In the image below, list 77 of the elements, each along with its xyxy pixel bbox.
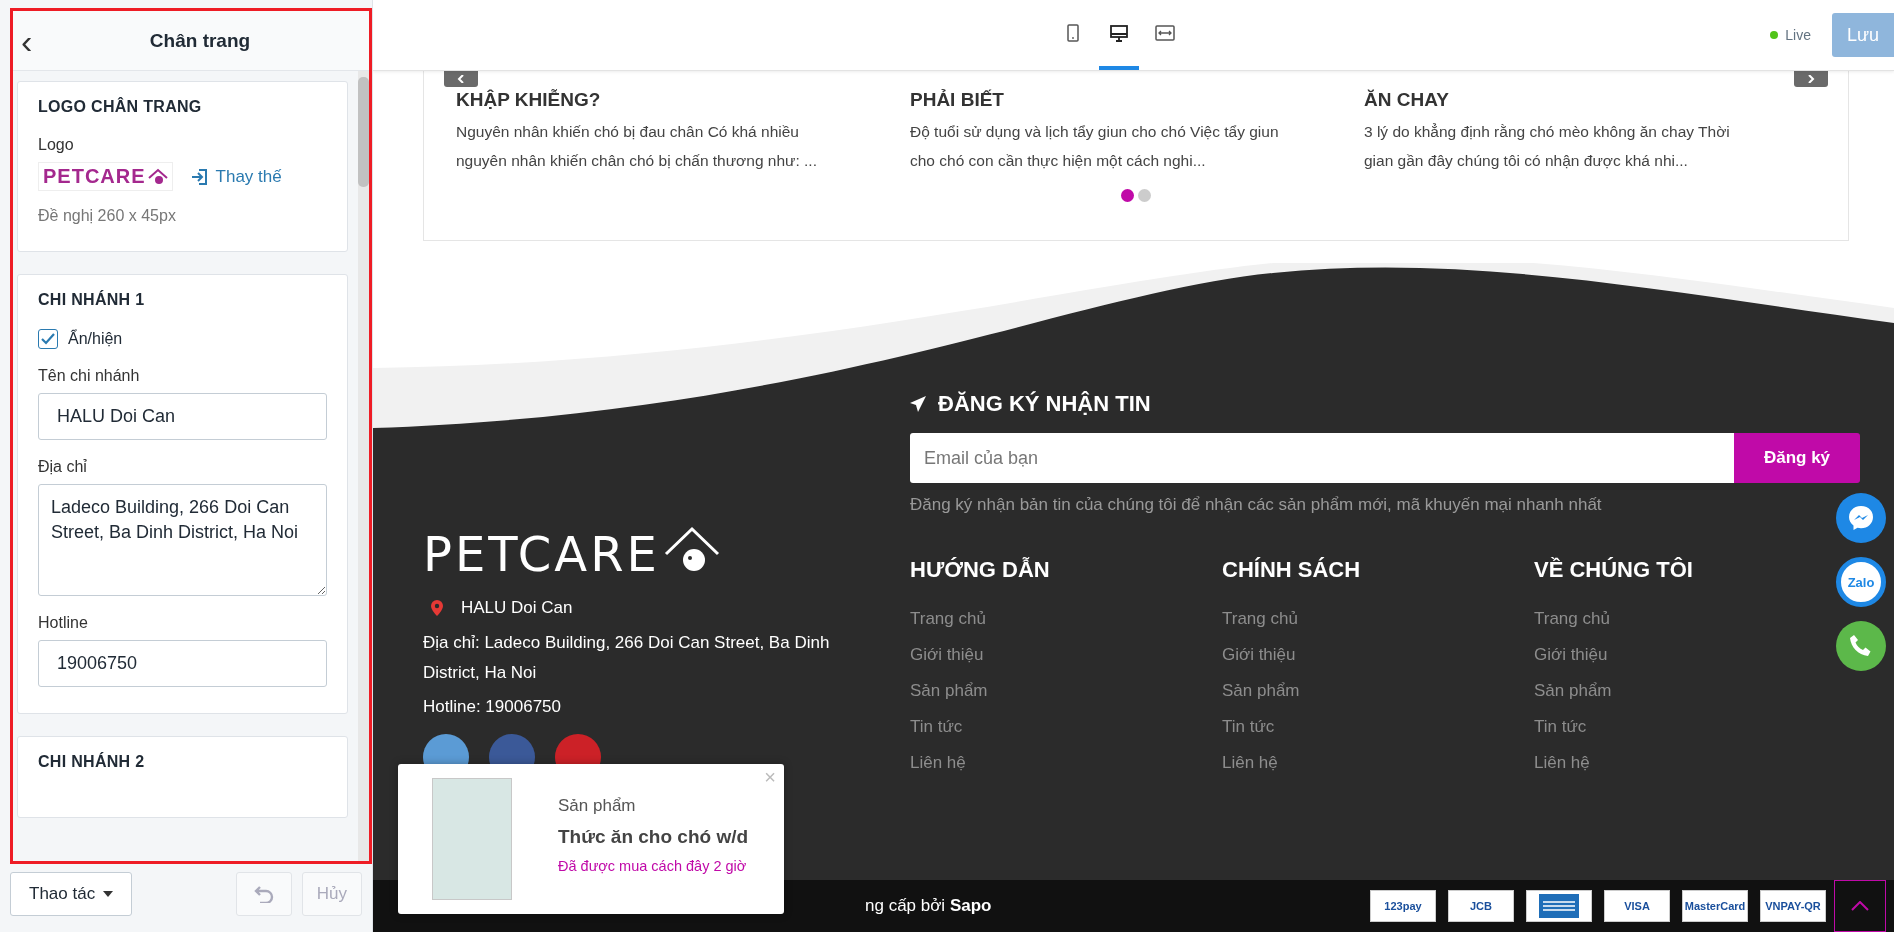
payment-logo: JCB bbox=[1448, 890, 1514, 922]
field-label: Tên chi nhánh bbox=[38, 367, 141, 385]
newsletter-title: ĐĂNG KÝ NHẬN TIN bbox=[938, 391, 1151, 417]
logo-text: PETCARE bbox=[43, 165, 146, 188]
chevron-right-icon bbox=[1806, 75, 1816, 83]
replace-link[interactable]: Thay thế bbox=[190, 166, 282, 187]
scrollbar-thumb[interactable] bbox=[358, 77, 369, 187]
footer-link[interactable]: Giới thiệu bbox=[1222, 645, 1296, 665]
hint-text: Đề nghị 260 x 45px bbox=[38, 207, 177, 225]
payment-logo: 123pay bbox=[1370, 890, 1436, 922]
footer-link[interactable]: Tin tức bbox=[1534, 717, 1587, 737]
carousel-dot[interactable] bbox=[1138, 189, 1151, 202]
footer-link[interactable]: Sản phẩm bbox=[910, 681, 988, 701]
undo-icon bbox=[253, 885, 274, 903]
section-title: LOGO CHÂN TRANG bbox=[38, 98, 203, 116]
payment-logo: VISA bbox=[1604, 890, 1670, 922]
footer-link[interactable]: Giới thiệu bbox=[1534, 645, 1608, 665]
field-label: Địa chỉ bbox=[38, 458, 88, 476]
footer-link[interactable]: Giới thiệu bbox=[910, 645, 984, 665]
notification-label: Sản phẩm bbox=[558, 796, 637, 816]
checkbox-label: Ẩn/hiện bbox=[68, 330, 123, 348]
payment-logo: MasterCard bbox=[1682, 890, 1748, 922]
carousel-dot[interactable] bbox=[1121, 189, 1134, 202]
expand-width-icon bbox=[1154, 23, 1175, 43]
panel-title: Chân trang bbox=[148, 29, 252, 52]
section-title: CHI NHÁNH 2 bbox=[38, 753, 146, 771]
footer-link[interactable]: Trang chủ bbox=[1534, 609, 1610, 629]
actions-dropdown[interactable]: Thao tác bbox=[10, 872, 133, 916]
sign-in-icon bbox=[190, 167, 209, 186]
column-heading: VỀ CHÚNG TÔI bbox=[1534, 557, 1693, 583]
newsletter-note: Đăng ký nhận bản tin của chúng tôi để nhận các sản phẩm mới, mã khuyến mại nhanh nhất bbox=[910, 495, 1603, 515]
field-label: Hotline bbox=[38, 614, 89, 632]
desktop-icon bbox=[1108, 23, 1129, 43]
status-dot-icon bbox=[1770, 31, 1779, 39]
map-pin-icon bbox=[431, 600, 443, 616]
chevron-up-icon bbox=[1851, 901, 1869, 911]
article-excerpt: Nguyên nhân khiến chó bị đau chân Có khá nhiều nguyên nhân khiến chân chó bị chấn thương như: ... bbox=[456, 122, 818, 171]
footer-link[interactable]: Trang chủ bbox=[910, 609, 986, 629]
paper-plane-icon bbox=[910, 396, 926, 412]
house-pet-icon bbox=[147, 167, 168, 186]
article-title[interactable]: KHẬP KHIỄNG? bbox=[456, 89, 850, 111]
column-heading: HƯỚNG DẪN bbox=[910, 557, 1050, 583]
copyright-text: ng cấp bởi Sapo bbox=[865, 896, 993, 916]
checkbox[interactable] bbox=[38, 329, 58, 349]
footer-link[interactable]: Liên hệ bbox=[1222, 753, 1278, 773]
text-field[interactable]: 19006750 bbox=[38, 640, 327, 687]
footer-link[interactable]: Trang chủ bbox=[1222, 609, 1298, 629]
chevron-left-icon bbox=[456, 75, 466, 83]
article-excerpt: 3 lý do khẳng định rằng chó mèo không ăn chay Thời gian gần đây chúng tôi có nhận được khá nhi... bbox=[1364, 122, 1731, 171]
field-label: Logo bbox=[38, 136, 75, 154]
address-text: Địa chỉ: Ladeco Building, 266 Doi Can Street, Ba Dinh District, Ha Noi bbox=[423, 632, 831, 684]
logo-text: PETCARE bbox=[423, 532, 660, 576]
branch-name: HALU Doi Can bbox=[461, 598, 573, 618]
footer-link[interactable]: Sản phẩm bbox=[1222, 681, 1300, 701]
address-field[interactable]: Ladeco Building, 266 Doi Can Street, Ba Dinh District, Ha Noi bbox=[38, 484, 327, 596]
product-name[interactable]: Thức ăn cho chó w/d bbox=[558, 826, 749, 848]
footer-link[interactable]: Liên hệ bbox=[1534, 753, 1590, 773]
article-excerpt: Độ tuổi sử dụng và lịch tẩy giun cho chó Việc tẩy giun cho chó con cần thực hiện một cách nghi... bbox=[910, 122, 1280, 171]
card-logo-icon bbox=[1526, 890, 1592, 922]
email-field[interactable]: Email của bạn bbox=[910, 433, 1734, 483]
back-to-top-button[interactable] bbox=[1834, 880, 1886, 932]
article-title[interactable]: PHẢI BIẾT bbox=[910, 89, 1304, 111]
footer-link[interactable]: Tin tức bbox=[1222, 717, 1275, 737]
subscribe-button[interactable]: Đăng ký bbox=[1734, 433, 1860, 483]
footer-link[interactable]: Liên hệ bbox=[910, 753, 966, 773]
text-field[interactable]: HALU Doi Can bbox=[38, 393, 327, 440]
back-button[interactable]: ‹ bbox=[15, 25, 39, 56]
footer-link[interactable]: Sản phẩm bbox=[1534, 681, 1612, 701]
purchase-time: Đã được mua cách đây 2 giờ bbox=[558, 858, 748, 874]
footer-link[interactable]: Tin tức bbox=[910, 717, 963, 737]
article-title[interactable]: ĂN CHAY bbox=[1364, 89, 1758, 111]
column-heading: CHÍNH SÁCH bbox=[1222, 557, 1361, 583]
payment-logo: VNPAY-QR bbox=[1760, 890, 1826, 922]
hotline-text: Hotline: 19006750 bbox=[423, 696, 562, 718]
section-title: CHI NHÁNH 1 bbox=[38, 291, 146, 309]
live-status: Live bbox=[1785, 27, 1811, 43]
caret-icon bbox=[103, 891, 114, 897]
